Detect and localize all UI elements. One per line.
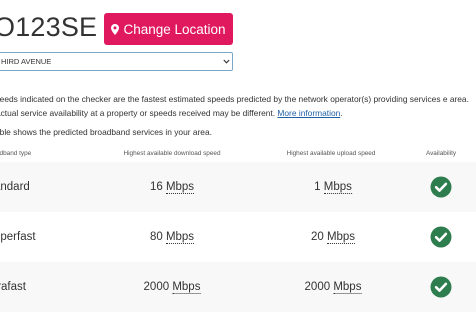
upload-value: 2000: [304, 281, 331, 293]
change-location-label: Change Location: [123, 21, 226, 37]
address-select[interactable]: HIRD AVENUE: [0, 52, 233, 71]
download-speed: 2000 Mbps: [143, 281, 201, 294]
header-broadband-type: adband type: [0, 150, 32, 157]
download-value: 16: [149, 181, 163, 193]
broadband-type: andard: [0, 181, 30, 193]
download-value: 80: [149, 231, 163, 243]
check-circle-icon: [430, 176, 452, 198]
map-pin-icon: [111, 23, 120, 35]
table-header: adband type Highest available download s…: [0, 148, 476, 162]
download-unit: Mbps: [165, 181, 195, 194]
upload-speed: 20 Mbps: [310, 231, 356, 244]
table-intro: able shows the predicted broadband servi…: [0, 127, 212, 137]
download-unit: Mbps: [165, 231, 195, 244]
table-row: trafast 2000 Mbps 2000 Mbps: [0, 262, 476, 312]
broadband-type: trafast: [0, 281, 26, 293]
upload-value: 20: [310, 231, 324, 243]
disclaimer-end: .: [340, 108, 343, 118]
disclaimer-text: peeds indicated on the checker are the f…: [0, 94, 469, 118]
download-speed: 80 Mbps: [149, 231, 195, 244]
check-circle-icon: [430, 226, 452, 248]
header-availability: Availability: [425, 150, 457, 157]
table-row: uperfast 80 Mbps 20 Mbps: [0, 212, 476, 262]
download-value: 2000: [143, 281, 170, 293]
check-circle-icon: [430, 276, 452, 298]
upload-unit: Mbps: [323, 181, 352, 194]
download-speed: 16 Mbps: [149, 181, 195, 194]
upload-speed: 1 Mbps: [314, 181, 352, 194]
change-location-button[interactable]: Change Location: [104, 13, 233, 45]
upload-unit: Mbps: [326, 231, 356, 244]
broadband-type: uperfast: [0, 231, 36, 243]
postcode-heading: O123SE: [0, 12, 98, 42]
chevron-down-icon: [221, 53, 231, 70]
download-unit: Mbps: [172, 281, 201, 294]
table-row: andard 16 Mbps 1 Mbps: [0, 162, 476, 212]
header-upload-speed: Highest available upload speed: [286, 150, 376, 157]
address-select-value: HIRD AVENUE: [1, 57, 52, 66]
upload-unit: Mbps: [333, 281, 362, 294]
more-information-link[interactable]: More information: [277, 108, 340, 118]
upload-value: 1: [314, 181, 321, 193]
header-download-speed: Highest available download speed: [123, 150, 221, 157]
speed-disclaimer: peeds indicated on the checker are the f…: [0, 92, 475, 120]
upload-speed: 2000 Mbps: [304, 281, 362, 294]
broadband-checker-page: O123SE Change Location HIRD AVENUE peeds…: [0, 0, 476, 317]
